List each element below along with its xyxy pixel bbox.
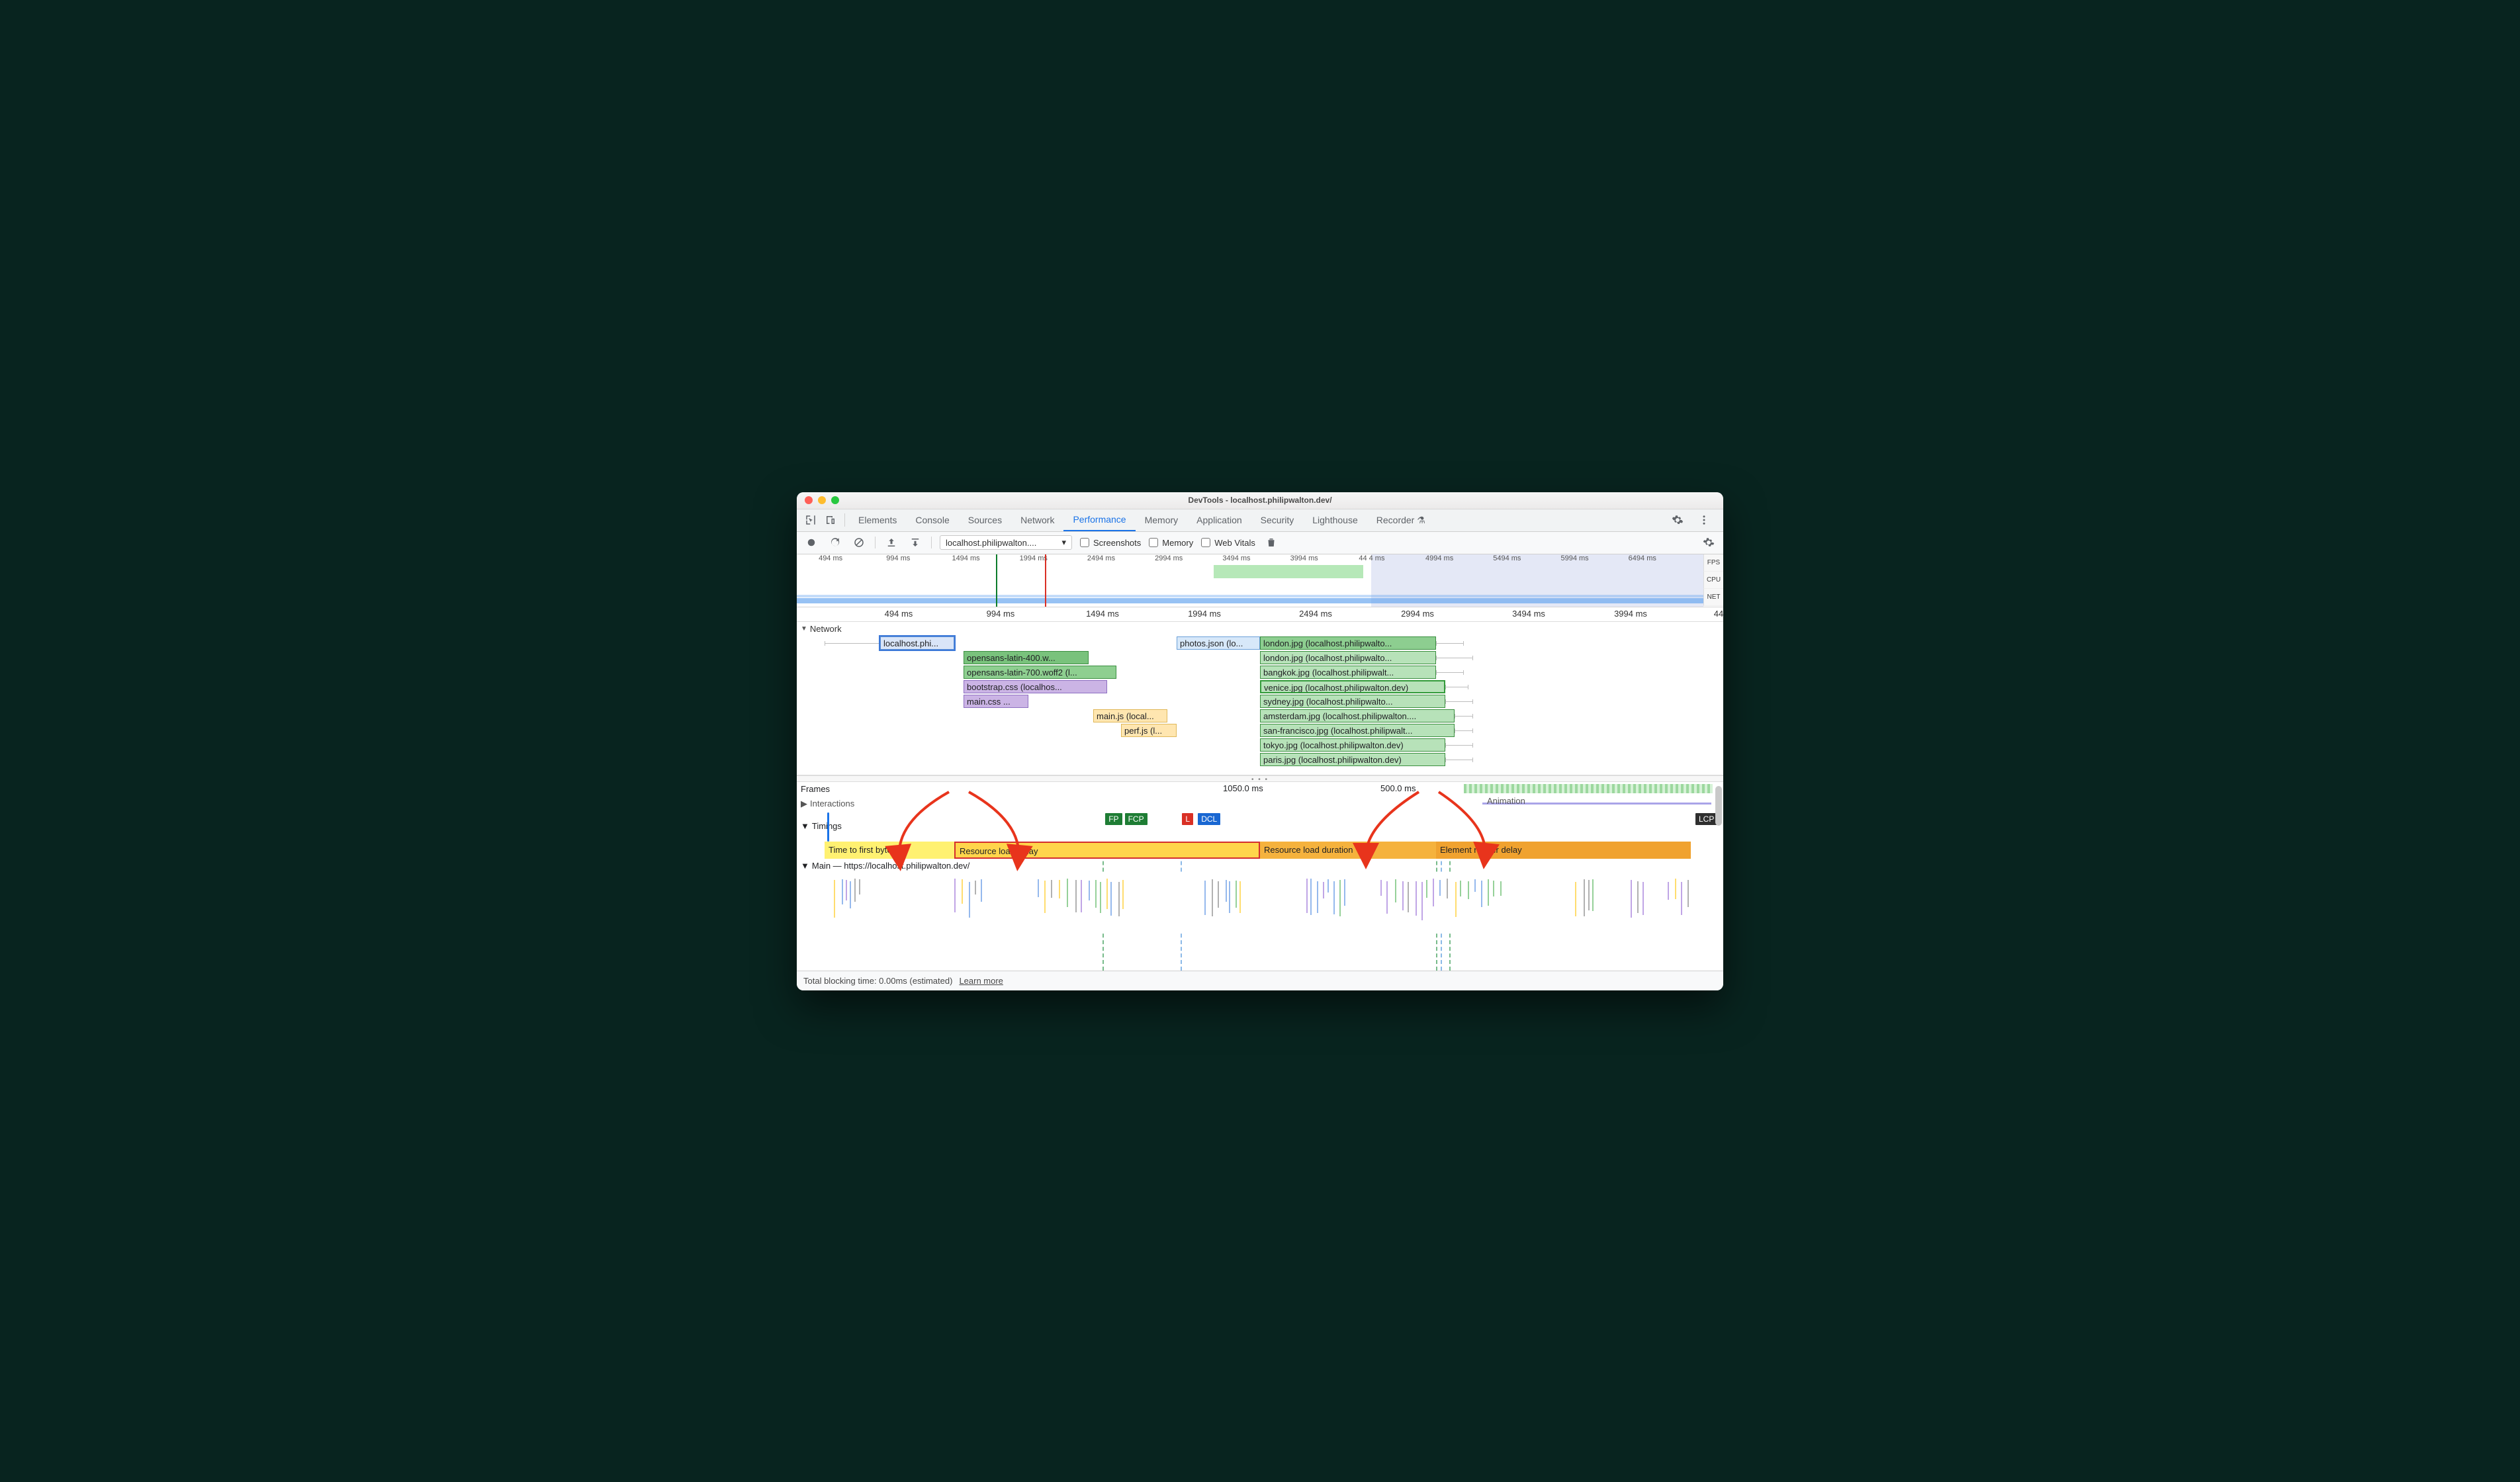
- save-profile-icon[interactable]: [907, 535, 923, 550]
- network-request[interactable]: perf.js (l...: [1121, 724, 1177, 737]
- network-request[interactable]: san-francisco.jpg (localhost.philipwalt.…: [1260, 724, 1455, 737]
- tab-console[interactable]: Console: [906, 509, 958, 531]
- network-request[interactable]: venice.jpg (localhost.philipwalton.dev): [1260, 680, 1445, 693]
- net-label: NET: [1703, 589, 1723, 606]
- network-request[interactable]: paris.jpg (localhost.philipwalton.dev): [1260, 753, 1445, 766]
- net-stripe2: [797, 595, 1703, 597]
- titlebar: DevTools - localhost.philipwalton.dev/: [797, 492, 1723, 509]
- tab-performance[interactable]: Performance: [1063, 509, 1135, 531]
- network-request[interactable]: bootstrap.css (localhos...: [964, 680, 1107, 693]
- network-request[interactable]: opensans-latin-700.woff2 (l...: [964, 666, 1116, 679]
- inspect-element-icon[interactable]: [801, 511, 821, 529]
- kebab-menu-icon[interactable]: [1694, 511, 1714, 529]
- fps-block: [1214, 565, 1363, 578]
- device-toolbar-icon[interactable]: [821, 511, 840, 529]
- main-thread-label[interactable]: ▼ Main — https://localhost.philipwalton.…: [797, 859, 1723, 873]
- interactions-row[interactable]: ▶ Interactions Animation: [797, 797, 1723, 811]
- devtools-window: DevTools - localhost.philipwalton.dev/ E…: [797, 492, 1723, 990]
- performance-toolbar: localhost.philipwalton.... ▾ Screenshots…: [797, 532, 1723, 554]
- footer: Total blocking time: 0.00ms (estimated) …: [797, 971, 1723, 990]
- timing-marker-fcp[interactable]: FCP: [1125, 813, 1148, 825]
- lcp-segment-rld[interactable]: Resource load delay: [954, 842, 1260, 859]
- animation-label: Animation: [1487, 796, 1525, 806]
- blocking-time-text: Total blocking time: 0.00ms (estimated): [803, 976, 952, 986]
- network-request[interactable]: london.jpg (localhost.philipwalto...: [1260, 651, 1436, 664]
- capture-settings-icon[interactable]: [1701, 535, 1717, 550]
- frames-stripes: [1464, 784, 1713, 793]
- timing-marker-l[interactable]: L: [1182, 813, 1193, 825]
- timing-origin-bar: [827, 812, 829, 842]
- timing-marker-lcp[interactable]: LCP: [1695, 813, 1717, 825]
- overview-ruler[interactable]: 494 ms994 ms1494 ms1994 ms2494 ms2994 ms…: [797, 554, 1723, 607]
- window-title: DevTools - localhost.philipwalton.dev/: [797, 496, 1723, 505]
- overview-side-labels: FPS CPU NET: [1703, 554, 1723, 607]
- network-request[interactable]: bangkok.jpg (localhost.philipwalt...: [1260, 666, 1436, 679]
- timeline-ruler[interactable]: 494 ms994 ms1494 ms1994 ms2494 ms2994 ms…: [797, 607, 1723, 622]
- frame-time: 1050.0 ms: [1223, 783, 1263, 793]
- net-stripe: [797, 598, 1703, 603]
- fps-label: FPS: [1703, 554, 1723, 572]
- lcp-segment-erd[interactable]: Element render delay: [1436, 842, 1691, 859]
- collapse-arrow-icon: ▼: [801, 625, 807, 632]
- frame-time: 500.0 ms: [1380, 783, 1416, 793]
- tab-application[interactable]: Application: [1187, 509, 1251, 531]
- tab-elements[interactable]: Elements: [849, 509, 906, 531]
- expand-arrow-icon: ▶: [801, 799, 807, 809]
- reload-record-icon[interactable]: [827, 535, 843, 550]
- settings-icon[interactable]: [1668, 511, 1688, 529]
- network-section-label[interactable]: ▼ Network: [797, 622, 1723, 636]
- network-request[interactable]: main.js (local...: [1093, 709, 1167, 722]
- lcp-breakdown-row[interactable]: Time to first byteResource load delayRes…: [797, 842, 1723, 859]
- profile-select[interactable]: localhost.philipwalton.... ▾: [940, 535, 1072, 550]
- separator: [844, 513, 845, 527]
- network-request[interactable]: opensans-latin-400.w...: [964, 651, 1089, 664]
- network-request[interactable]: london.jpg (localhost.philipwalto...: [1260, 636, 1436, 650]
- timings-row[interactable]: ▼ Timings FPFCPLDCLLCP: [797, 811, 1723, 842]
- flame-panel[interactable]: Frames 1050.0 ms 500.0 ms ▶ Interactions…: [797, 782, 1723, 971]
- clear-icon[interactable]: [851, 535, 867, 550]
- collapse-arrow-icon: ▼: [801, 821, 809, 831]
- profile-select-value: localhost.philipwalton....: [946, 538, 1036, 548]
- scrollbar[interactable]: [1715, 786, 1722, 826]
- chevron-down-icon: ▾: [1061, 537, 1066, 548]
- learn-more-link[interactable]: Learn more: [959, 976, 1003, 986]
- network-request[interactable]: tokyo.jpg (localhost.philipwalton.dev): [1260, 738, 1445, 752]
- web-vitals-checkbox[interactable]: Web Vitals: [1201, 538, 1255, 548]
- pane-resizer[interactable]: • • •: [797, 775, 1723, 782]
- timing-marker-dcl[interactable]: DCL: [1198, 813, 1220, 825]
- timing-marker-fp[interactable]: FP: [1105, 813, 1122, 825]
- network-request[interactable]: photos.json (lo...: [1177, 636, 1260, 650]
- frames-row[interactable]: Frames 1050.0 ms 500.0 ms: [797, 782, 1723, 797]
- screenshots-checkbox[interactable]: Screenshots: [1080, 538, 1141, 548]
- lcp-segment-rdur[interactable]: Resource load duration: [1260, 842, 1436, 859]
- cpu-label: CPU: [1703, 572, 1723, 589]
- load-profile-icon[interactable]: [883, 535, 899, 550]
- memory-checkbox[interactable]: Memory: [1149, 538, 1193, 548]
- network-request[interactable]: amsterdam.jpg (localhost.philipwalton...…: [1260, 709, 1455, 722]
- network-request[interactable]: main.css ...: [964, 695, 1028, 708]
- lcp-segment-ttfb[interactable]: Time to first byte: [825, 842, 954, 859]
- trash-icon[interactable]: [1263, 535, 1279, 550]
- tab-network[interactable]: Network: [1011, 509, 1063, 531]
- tab-recorder[interactable]: Recorder ⚗: [1367, 509, 1435, 531]
- collapse-arrow-icon: ▼: [801, 861, 809, 871]
- main-thread-track[interactable]: [797, 873, 1723, 933]
- tab-sources[interactable]: Sources: [959, 509, 1011, 531]
- network-request[interactable]: localhost.phi...: [880, 636, 954, 650]
- tab-memory[interactable]: Memory: [1136, 509, 1188, 531]
- network-request[interactable]: sydney.jpg (localhost.philipwalto...: [1260, 695, 1445, 708]
- network-lane[interactable]: localhost.phi... opensans-latin-400.w... o…: [797, 636, 1723, 775]
- record-icon[interactable]: [803, 535, 819, 550]
- panel-tabs: ElementsConsoleSourcesNetworkPerformance…: [797, 509, 1723, 532]
- tab-lighthouse[interactable]: Lighthouse: [1303, 509, 1367, 531]
- tab-security[interactable]: Security: [1251, 509, 1304, 531]
